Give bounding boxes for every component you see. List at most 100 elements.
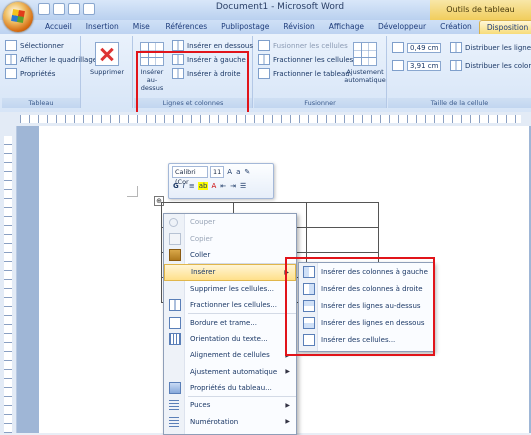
select-icon [5,40,17,51]
gridlines-icon [5,54,17,65]
increase-indent-icon[interactable]: ⇥ [229,182,237,190]
margin-corner [127,186,138,197]
undo-icon[interactable] [53,3,65,15]
text-direction-icon [169,332,181,345]
decrease-indent-icon[interactable]: ⇤ [219,182,227,190]
cell-height-value[interactable]: 0,49 cm [407,42,442,53]
distribute-rows-label: Distribuer les lignes [465,43,531,52]
menu-item-proprietes-tableau[interactable]: Propriétés du tableau... [164,380,296,396]
menu-item-bordure-trame[interactable]: Bordure et trame... [164,314,296,330]
ribbon-tabs: Accueil Insertion Mise en page Référence… [0,20,531,55]
merge-cells-button[interactable]: Fusionner les cellules [258,40,348,51]
numbering-icon [169,416,179,427]
menu-item-ajustement-automatique[interactable]: Ajustement automatique ▶ [164,364,296,380]
font-color-icon[interactable]: A [210,182,217,190]
menu-label: Alignement de cellules [190,351,270,360]
group-tableau: Sélectionner Afficher le quadrillage Pro… [2,36,97,108]
print-icon[interactable] [83,3,95,15]
shrink-font-icon[interactable]: a [235,168,241,176]
cell-width-value[interactable]: 3,91 cm [407,60,442,71]
table-cell[interactable] [305,202,380,228]
submenu-arrow-icon: ▶ [285,418,290,426]
tab-insertion[interactable]: Insertion [79,20,126,34]
delete-button[interactable]: Supprimer [90,42,124,76]
scissors-icon [169,217,178,227]
properties-label: Propriétés [20,69,56,78]
bullets-mini-icon[interactable]: ☰ [239,182,247,190]
autofit-icon [353,42,377,66]
menu-label: Insérer [191,268,216,277]
tab-revision[interactable]: Révision [276,20,321,34]
tab-creation[interactable]: Création [433,20,479,34]
insert-below-icon [172,40,184,51]
distribute-columns-button[interactable]: Distribuer les colonnes [450,60,531,71]
menu-item-alignement-cellules[interactable]: Alignement de cellules ▶ [164,347,296,363]
tab-references[interactable]: Références [158,20,214,34]
font-name-box[interactable]: Calibri (Cor [172,166,208,186]
bullets-icon [169,400,179,411]
office-logo-icon [11,9,25,23]
submenu-arrow-icon: ▶ [285,368,290,376]
center-icon[interactable]: ≡ [188,182,196,190]
italic-icon[interactable]: I [182,182,186,190]
properties-button[interactable]: Propriétés [5,68,55,79]
select-button[interactable]: Sélectionner [5,40,64,51]
menu-item-puces[interactable]: Puces ▶ [164,397,296,413]
menu-item-couper[interactable]: Couper [164,214,296,230]
window-title: Document1 - Microsoft Word [215,2,345,12]
distribute-rows-button[interactable]: Distribuer les lignes [450,42,531,53]
insert-below-button[interactable]: Insérer en dessous [172,40,253,51]
vertical-ruler [0,126,17,433]
bold-icon[interactable]: G [172,182,180,190]
column-width-icon [392,60,404,71]
office-button[interactable] [3,2,33,32]
horizontal-ruler [0,112,531,127]
menu-item-numerotation[interactable]: Numérotation ▶ [164,414,296,430]
tab-publipostage[interactable]: Publipostage [214,20,276,34]
grow-font-icon[interactable]: A [226,168,233,176]
distribute-columns-label: Distribuer les colonnes [465,61,531,70]
menu-label: Ajustement automatique [190,367,278,376]
font-size-box[interactable]: 11 [210,166,225,178]
split-table-label: Fractionner le tableau [273,69,350,78]
merge-cells-icon [258,40,270,51]
save-icon[interactable] [38,3,50,15]
distribute-columns-icon [450,60,462,71]
group-delete: Supprimer [82,36,133,108]
menu-item-copier[interactable]: Copier [164,230,296,246]
cell-width-spinner[interactable]: 3,91 cm [392,60,442,71]
quick-access-toolbar [38,3,95,15]
redo-icon[interactable] [68,3,80,15]
copy-icon [169,232,181,245]
tab-developpeur[interactable]: Développeur [371,20,433,34]
menu-item-coller[interactable]: Coller [164,247,296,263]
menu-label: Supprimer les cellules... [190,284,274,293]
tab-mise-en-page[interactable]: Mise en page [126,20,159,55]
menu-label: Copier [190,234,213,243]
menu-item-inserer[interactable]: Insérer ▶ [164,264,296,281]
cell-height-spinner[interactable]: 0,49 cm [392,42,442,53]
group-label-fusionner: Fusionner [254,98,386,108]
mini-toolbar: Calibri (Cor 11 A a ✎ G I ≡ ab A ⇤ ⇥ ☰ [168,163,274,199]
paste-icon [169,248,181,261]
split-cells-button[interactable]: Fractionner les cellules [258,54,353,65]
tab-disposition[interactable]: Disposition [478,20,531,34]
group-label-cell-size: Taille de la cellule [388,98,531,108]
tab-affichage[interactable]: Affichage [322,20,371,34]
ribbon: Sélectionner Afficher le quadrillage Pro… [0,34,531,113]
autofit-button[interactable]: Ajustement automatique [344,42,386,84]
table-cell[interactable] [305,227,380,253]
menu-item-supprimer-cellules[interactable]: Supprimer les cellules... [164,281,296,297]
format-painter-icon[interactable]: ✎ [243,168,251,176]
split-table-button[interactable]: Fractionner le tableau [258,68,350,79]
menu-item-fractionner-cellules[interactable]: Fractionner les cellules... [164,297,296,313]
autofit-label: Ajustement automatique [344,68,386,84]
highlight-icon[interactable]: ab [197,182,209,190]
row-height-icon [392,42,404,53]
table-properties-icon [169,382,181,395]
menu-item-orientation-texte[interactable]: Orientation du texte... [164,331,296,347]
tab-accueil[interactable]: Accueil [38,20,79,34]
menu-label: Orientation du texte... [190,334,268,343]
menu-label: Fractionner les cellules... [190,301,277,310]
table-tools-context-title: Outils de tableau [430,0,531,20]
